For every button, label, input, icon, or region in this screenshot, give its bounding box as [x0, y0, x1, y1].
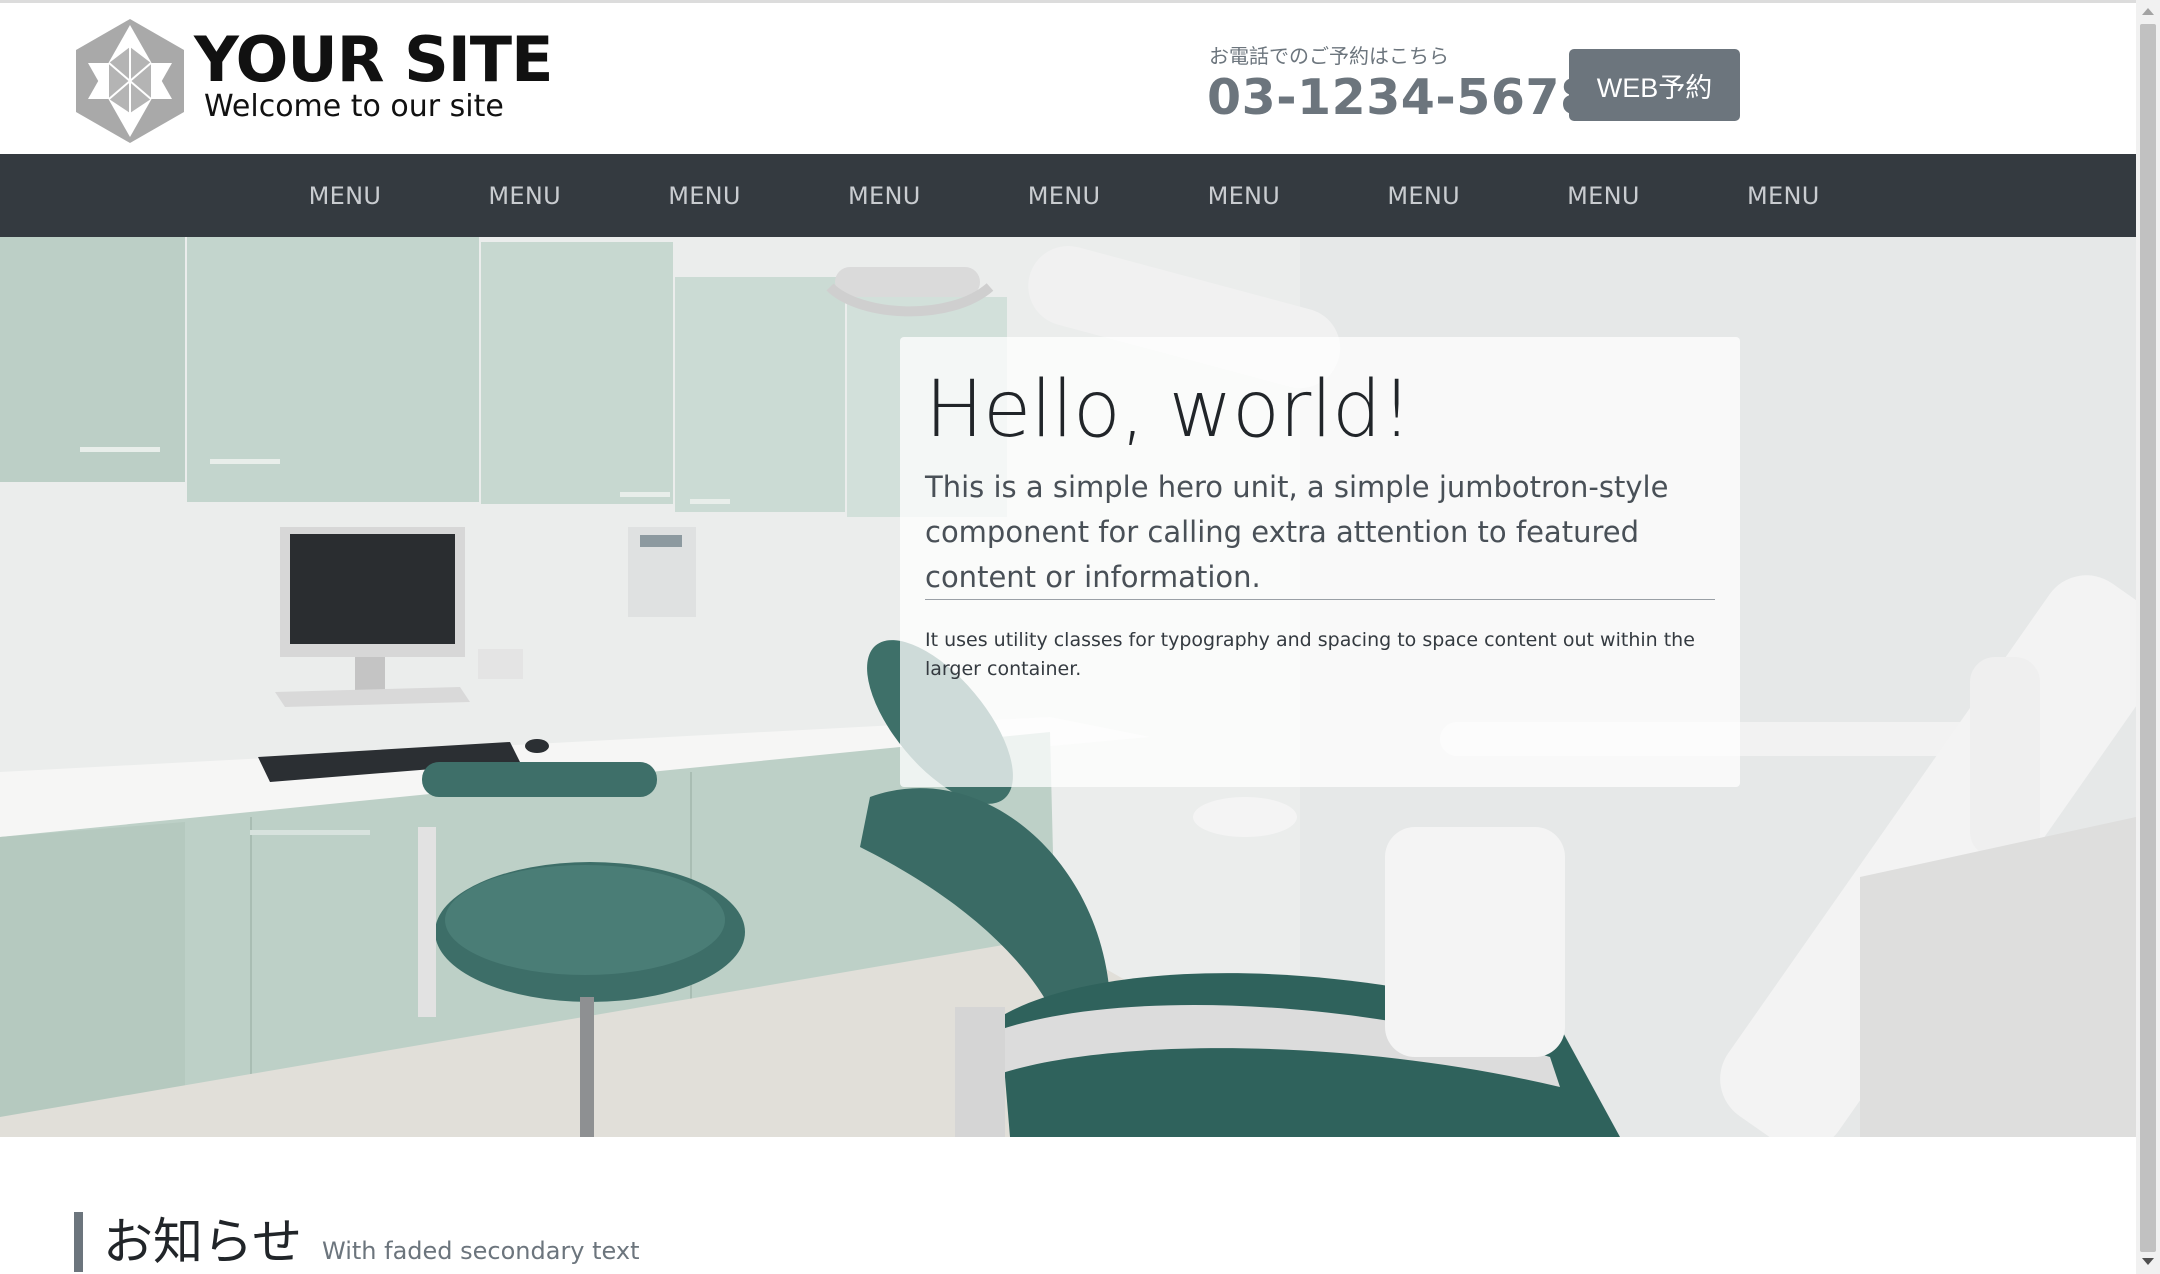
nav-menu-item[interactable]: MENU: [974, 154, 1154, 237]
scroll-up-arrow-icon[interactable]: [2142, 8, 2154, 15]
nav-menu-item[interactable]: MENU: [1514, 154, 1694, 237]
hero-lead: This is a simple hero unit, a simple jum…: [925, 470, 1669, 594]
nav-menu-item[interactable]: MENU: [615, 154, 795, 237]
web-reservation-button[interactable]: WEB予約: [1569, 49, 1740, 121]
nav-menu-item[interactable]: MENU: [1154, 154, 1334, 237]
page-scrollbar[interactable]: [2136, 0, 2160, 1274]
nav-menu-item[interactable]: MENU: [1334, 154, 1514, 237]
notice-heading: お知らせ With faded secondary text: [74, 1212, 640, 1272]
tel-label: お電話でのご予約はこちら: [1209, 44, 1449, 68]
nav-menu-item[interactable]: MENU: [794, 154, 974, 237]
main-nav: MENU MENU MENU MENU MENU MENU MENU MENU MENU: [0, 154, 2136, 237]
scroll-down-arrow-icon[interactable]: [2142, 1258, 2154, 1265]
site-logo[interactable]: YOUR SITE Welcome to our site: [74, 17, 553, 147]
hero-title: Hello, world!: [925, 365, 1412, 455]
logo-subtitle: Welcome to our site: [204, 89, 504, 124]
notice-subtitle: With faded secondary text: [322, 1237, 640, 1265]
tel-number[interactable]: 03-1234-5678: [1207, 69, 1595, 126]
hexagram-logo-icon: [76, 19, 184, 143]
jumbotron: Hello, world! This is a simple hero unit…: [900, 337, 1740, 787]
nav-list: MENU MENU MENU MENU MENU MENU MENU MENU MENU: [255, 154, 1873, 237]
nav-menu-item[interactable]: MENU: [435, 154, 615, 237]
notice-title: お知らせ: [103, 1213, 302, 1271]
logo-title: YOUR SITE: [194, 23, 553, 96]
hero-divider: [925, 599, 1715, 600]
site-header: YOUR SITE Welcome to our site お電話でのご予約はこ…: [0, 3, 2136, 154]
nav-menu-item[interactable]: MENU: [1693, 154, 1873, 237]
nav-menu-item[interactable]: MENU: [255, 154, 435, 237]
hero-section: Hello, world! This is a simple hero unit…: [0, 237, 2136, 1137]
scroll-thumb[interactable]: [2140, 24, 2156, 1252]
hero-text: It uses utility classes for typography a…: [925, 629, 1695, 680]
